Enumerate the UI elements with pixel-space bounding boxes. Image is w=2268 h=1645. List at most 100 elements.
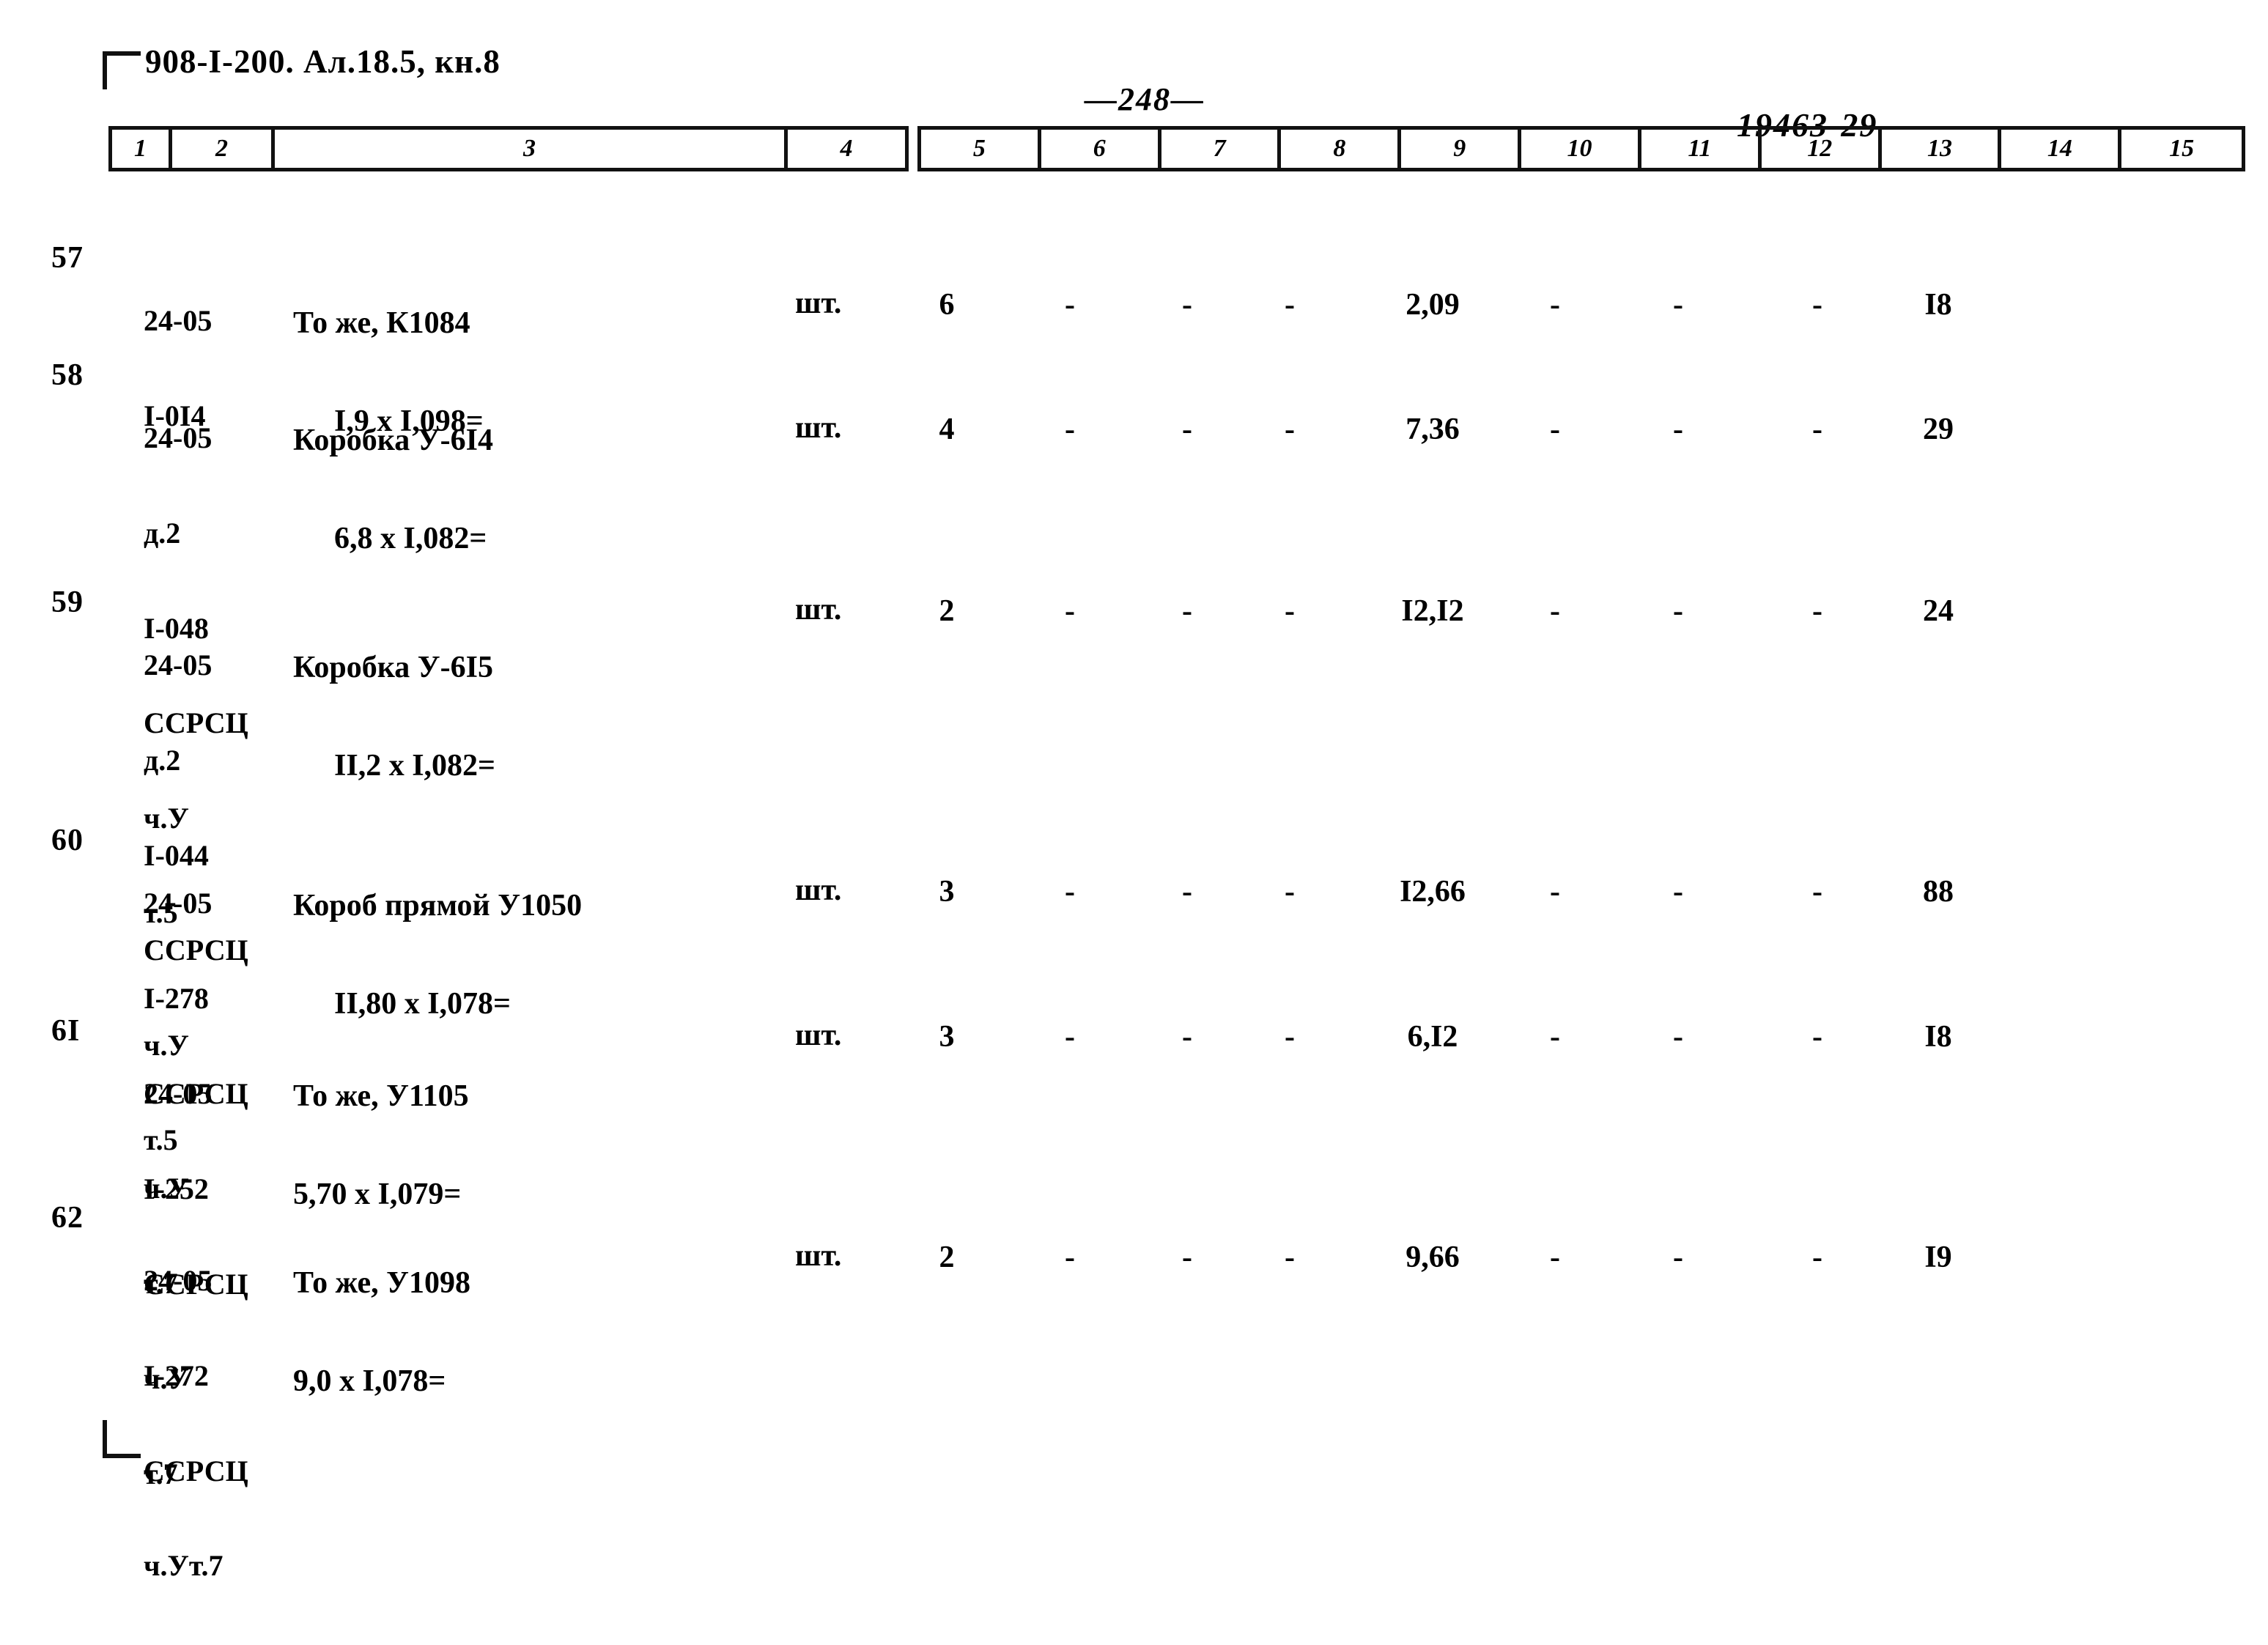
column-header-15: 15 xyxy=(2169,135,2195,162)
name-line-1: То же, К1084 xyxy=(293,306,470,341)
row-name: Коробка У-6I4 6,8 х I,082= xyxy=(293,359,747,620)
row-value-col8: - xyxy=(1285,1020,1295,1054)
name-line-1: Коробка У-6I4 xyxy=(293,424,493,458)
row-value-col8: - xyxy=(1285,1241,1295,1274)
row-value-col6: - xyxy=(1065,288,1075,322)
row-value-col7: - xyxy=(1182,875,1192,909)
column-header-1: 1 xyxy=(112,130,172,168)
row-value-col12: - xyxy=(1812,875,1822,909)
row-value-col7: - xyxy=(1182,594,1192,628)
code-line: 24-05 xyxy=(144,421,213,455)
row-value-col5: 6 xyxy=(939,288,955,322)
row-number: 60 xyxy=(51,824,84,857)
column-header-11: 11 xyxy=(1641,130,1762,168)
row-value-col5: 2 xyxy=(939,594,955,628)
row-value-col10: - xyxy=(1550,875,1560,909)
row-value-col10: - xyxy=(1550,594,1560,628)
row-value-col6: - xyxy=(1065,875,1075,909)
column-header-3: 3 xyxy=(275,130,788,168)
row-value-col9: 2,09 xyxy=(1406,288,1460,322)
row-value-col6: - xyxy=(1065,594,1075,628)
row-value-col12: - xyxy=(1812,594,1822,628)
row-value-col6: - xyxy=(1065,413,1075,446)
column-header-5: 5 xyxy=(921,130,1041,168)
row-value-col9: 9,66 xyxy=(1406,1241,1460,1274)
row-value-col13: 29 xyxy=(1923,413,1954,446)
name-line-1: Коробка У-6I5 xyxy=(293,651,493,685)
row-code: 24-05 I-272 ССРСЦ ч.Ут.7 xyxy=(144,1202,283,1645)
row-value-col8: - xyxy=(1285,594,1295,628)
row-unit: шт. xyxy=(795,1239,842,1273)
row-value-col5: 2 xyxy=(939,1241,955,1274)
code-line: ч.Ут.7 xyxy=(144,1549,224,1583)
row-value-col5: 3 xyxy=(939,1020,955,1054)
column-header-band-right: 5 6 7 8 9 10 11 12 13 14 15 xyxy=(917,126,2245,171)
code-line: д.2 xyxy=(144,516,181,550)
row-unit: шт. xyxy=(795,1019,842,1052)
name-line-2: 6,8 х I,082= xyxy=(334,521,487,555)
row-value-col11: - xyxy=(1673,875,1683,909)
row-value-col6: - xyxy=(1065,1020,1075,1054)
row-value-col9: 6,I2 xyxy=(1407,1020,1458,1054)
row-number: 57 xyxy=(51,241,84,275)
row-value-col10: - xyxy=(1550,1020,1560,1054)
row-value-col9: 7,36 xyxy=(1406,413,1460,446)
row-value-col8: - xyxy=(1285,413,1295,446)
row-number: 62 xyxy=(51,1201,84,1235)
code-line: I-278 xyxy=(144,981,209,1015)
row-value-col11: - xyxy=(1673,413,1683,446)
document-code: 908-I-200. Ал.18.5, кн.8 xyxy=(145,43,500,80)
column-header-7: 7 xyxy=(1161,130,1282,168)
row-value-col11: - xyxy=(1673,1020,1683,1054)
row-number: 58 xyxy=(51,358,84,392)
row-value-col7: - xyxy=(1182,1241,1192,1274)
row-value-col13: 88 xyxy=(1923,875,1954,909)
row-value-col13: I8 xyxy=(1924,1020,1952,1054)
row-value-col9: I2,I2 xyxy=(1401,594,1464,628)
row-value-col12: - xyxy=(1812,1241,1822,1274)
row-value-col5: 3 xyxy=(939,875,955,909)
code-line: 24-05 xyxy=(144,1077,213,1111)
column-header-10: 10 xyxy=(1521,130,1641,168)
column-header-4: 4 xyxy=(840,135,853,162)
code-line: I-252 xyxy=(144,1172,209,1205)
row-name: Коробка У-6I5 II,2 х I,082= xyxy=(293,586,747,847)
row-value-col13: 24 xyxy=(1923,594,1954,628)
row-value-col11: - xyxy=(1673,288,1683,322)
column-header-2: 2 xyxy=(172,130,275,168)
name-line-2: II,2 х I,082= xyxy=(334,748,495,783)
corner-mark-bottom-left xyxy=(103,1420,141,1458)
column-header-13: 13 xyxy=(1882,130,2002,168)
row-unit: шт. xyxy=(795,287,842,320)
column-header-6: 6 xyxy=(1041,130,1161,168)
row-value-col6: - xyxy=(1065,1241,1075,1274)
row-unit: шт. xyxy=(795,873,842,907)
row-value-col9: I2,66 xyxy=(1400,875,1466,909)
column-header-8: 8 xyxy=(1281,130,1402,168)
column-header-14: 14 xyxy=(2001,130,2122,168)
row-unit: шт. xyxy=(795,593,842,626)
column-header-9: 9 xyxy=(1401,130,1522,168)
row-value-col12: - xyxy=(1812,288,1822,322)
column-header-band-left: 1 2 3 4 xyxy=(108,126,909,171)
row-value-col13: I8 xyxy=(1924,288,1952,322)
code-line: д.2 xyxy=(144,743,181,777)
name-line-1: То же, У1098 xyxy=(293,1266,470,1301)
row-value-col7: - xyxy=(1182,288,1192,322)
row-number: 6I xyxy=(51,1014,81,1048)
row-value-col12: - xyxy=(1812,413,1822,446)
row-value-col13: I9 xyxy=(1924,1241,1952,1274)
code-line: 24-05 xyxy=(144,304,213,338)
row-unit: шт. xyxy=(795,411,842,445)
name-line-1: То же, У1105 xyxy=(293,1079,469,1114)
row-number: 59 xyxy=(51,585,84,619)
code-line: 24-05 xyxy=(144,887,213,920)
row-value-col11: - xyxy=(1673,594,1683,628)
document-header: 908-I-200. Ал.18.5, кн.8 —248— 19463-29 xyxy=(0,42,2268,144)
row-value-col7: - xyxy=(1182,1020,1192,1054)
row-value-col10: - xyxy=(1550,413,1560,446)
column-header-12: 12 xyxy=(1762,130,1882,168)
name-line-2: 9,0 х I,078= xyxy=(293,1364,446,1398)
code-line: I-272 xyxy=(144,1358,209,1392)
row-value-col11: - xyxy=(1673,1241,1683,1274)
